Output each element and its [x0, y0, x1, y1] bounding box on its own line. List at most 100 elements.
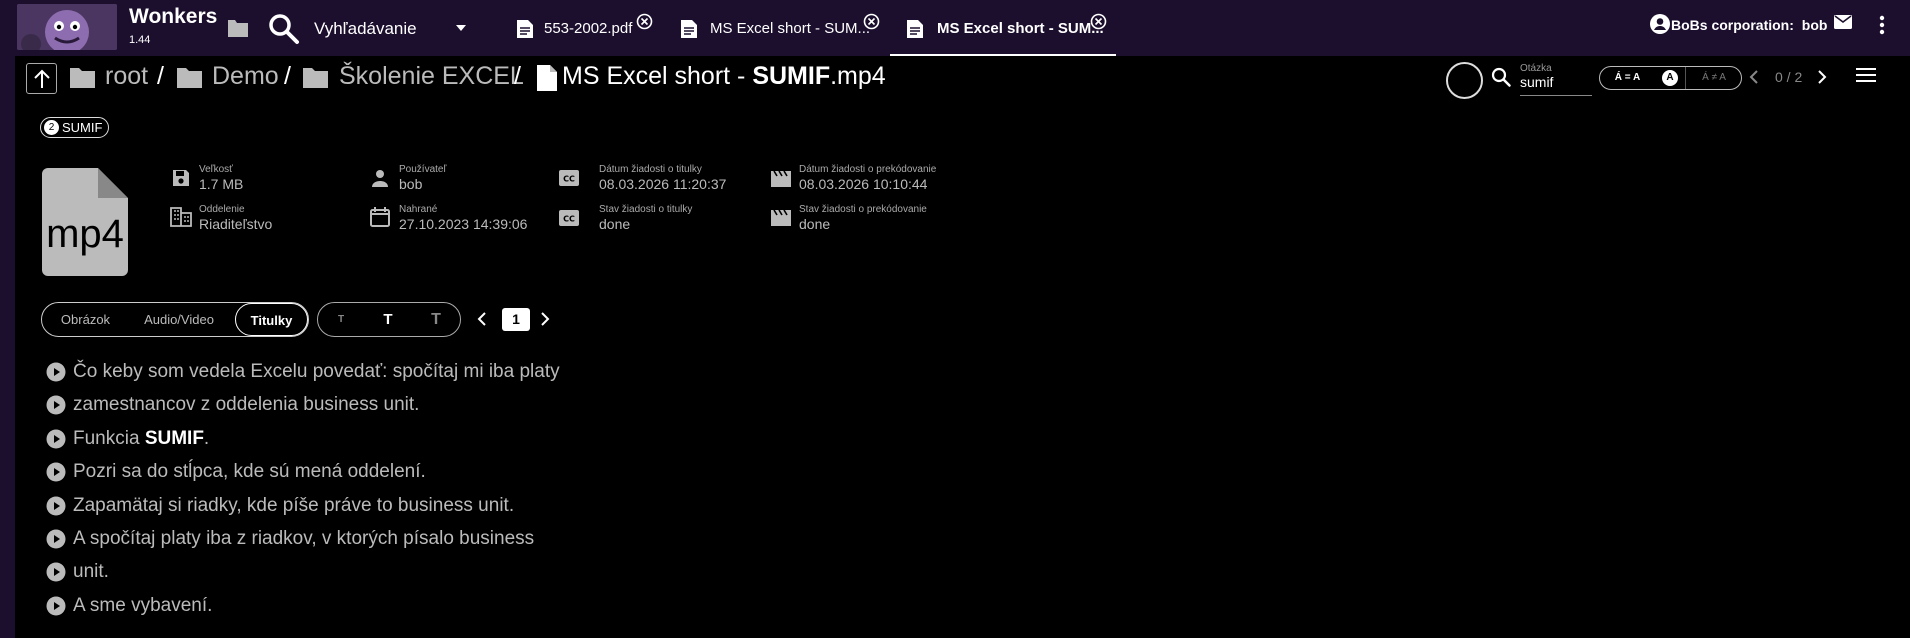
search-icon[interactable]: [268, 13, 300, 45]
case-mode-button[interactable]: A: [1655, 67, 1685, 89]
subtitles-request-date-label: Dátum žiadosti o titulky: [599, 164, 702, 175]
user-info: BoBs corporation: bob: [1671, 17, 1827, 33]
breadcrumb-item-skolenie[interactable]: Školenie EXCEL: [339, 62, 524, 91]
tag-chip[interactable]: 2 SUMIF: [40, 117, 110, 138]
chevron-left-icon[interactable]: [1747, 68, 1761, 86]
breadcrumb-current-file: MS Excel short - SUMIF.mp4: [562, 62, 886, 91]
subtitle-text[interactable]: Funkcia SUMIF.: [73, 428, 209, 450]
menu-icon[interactable]: [1855, 66, 1877, 84]
closed-caption-icon: CC: [559, 170, 579, 186]
folder-icon: [69, 66, 96, 90]
app-logo[interactable]: [17, 4, 117, 50]
subtitle-line: A spočítaj platy iba z riadkov, v ktorýc…: [46, 527, 534, 551]
question-input[interactable]: sumif: [1520, 74, 1592, 96]
play-icon[interactable]: [46, 596, 66, 616]
subtitle-text[interactable]: zamestnancov z oddelenia business unit.: [73, 394, 419, 416]
play-icon[interactable]: [46, 462, 66, 482]
mail-icon[interactable]: [1833, 14, 1853, 30]
record-button[interactable]: [1446, 62, 1483, 99]
subtitle-line: unit.: [46, 560, 109, 584]
subtitle-text-part: Čo keby som vedela Excelu povedať: spočí…: [73, 361, 560, 382]
tab-video-1[interactable]: MS Excel short - SUM...: [670, 0, 880, 56]
transcode-request-state-label: Stav žiadosti o prekódovanie: [799, 204, 927, 215]
building-icon: [170, 207, 192, 227]
play-icon[interactable]: [46, 496, 66, 516]
text-size-large-button[interactable]: T: [412, 303, 460, 336]
play-icon[interactable]: [46, 529, 66, 549]
chevron-right-icon[interactable]: [1815, 68, 1829, 86]
play-icon[interactable]: [46, 562, 66, 582]
folder-icon: [176, 66, 203, 90]
play-icon[interactable]: [46, 429, 66, 449]
case-sensitive-button[interactable]: Á ≠ A: [1685, 67, 1742, 89]
subtitle-text[interactable]: Pozri sa do stĺpca, kde sú mená oddelení…: [73, 461, 426, 483]
document-icon: [906, 19, 924, 39]
case-insensitive-button[interactable]: Á = A: [1600, 67, 1655, 89]
text-size-tabs: T T T: [317, 302, 461, 337]
subtitle-text-part: zamestnancov z oddelenia business unit.: [73, 394, 420, 416]
calendar-icon: [369, 206, 391, 228]
save-icon: [171, 168, 191, 188]
search-dropdown-label[interactable]: Vyhľadávanie: [314, 19, 417, 39]
tab-subtitles[interactable]: Titulky: [235, 303, 308, 336]
user-label: Používateľ: [399, 164, 447, 175]
department-value: Riaditeľstvo: [199, 216, 273, 232]
chevron-right-icon[interactable]: [539, 310, 551, 328]
tag-label: SUMIF: [62, 120, 103, 135]
go-up-button[interactable]: [26, 63, 57, 94]
match-count: 0 / 2: [1775, 69, 1803, 85]
tab-pdf[interactable]: 553-2002.pdf: [506, 0, 661, 56]
subtitle-text-part: unit.: [73, 561, 109, 583]
file-name-highlight: SUMIF: [752, 62, 831, 90]
text-size-medium-button[interactable]: T: [364, 303, 412, 336]
breadcrumb-separator: /: [157, 62, 164, 90]
size-value: 1.7 MB: [199, 176, 244, 192]
tag-count-badge: 2: [44, 120, 59, 135]
subtitle-text-part: Pozri sa do stĺpca, kde sú mená oddelení…: [73, 461, 426, 483]
close-icon[interactable]: [636, 13, 653, 30]
play-icon[interactable]: [46, 362, 66, 382]
top-bar: Wonkers 1.44 Vyhľadávanie 553-2002.pdf M…: [0, 0, 1910, 56]
size-label: Veľkosť: [199, 164, 233, 175]
user-name: bob: [1801, 17, 1828, 33]
subtitle-text[interactable]: Zapamätaj si riadky, kde píše práve to b…: [73, 495, 514, 517]
caret-down-icon[interactable]: [453, 20, 469, 36]
close-icon[interactable]: [863, 13, 880, 30]
tab-audio-video[interactable]: Audio/Video: [129, 303, 229, 336]
breadcrumb-item-demo[interactable]: Demo: [212, 62, 279, 91]
account-icon[interactable]: [1650, 14, 1670, 34]
subtitle-text[interactable]: A spočítaj platy iba z riadkov, v ktorýc…: [73, 528, 534, 550]
play-icon[interactable]: [46, 395, 66, 415]
tab-image[interactable]: Obrázok: [42, 303, 129, 336]
tab-video-2-active[interactable]: MS Excel short - SUM...: [890, 0, 1116, 56]
subtitles-request-date-value: 08.03.2026 11:20:37: [599, 176, 727, 192]
user-value: bob: [399, 176, 423, 192]
subtitle-text-part: A sme vybavení.: [73, 594, 213, 616]
person-icon: [370, 168, 390, 188]
breadcrumb-item-root[interactable]: root: [105, 62, 148, 91]
view-mode-tabs: Obrázok Audio/Video Titulky: [41, 302, 309, 337]
folder-icon[interactable]: [226, 17, 250, 39]
subtitle-line: Čo keby som vedela Excelu povedať: spočí…: [46, 360, 560, 384]
text-size-small-button[interactable]: T: [318, 303, 364, 336]
subtitle-text[interactable]: A sme vybavení.: [73, 595, 212, 617]
subtitle-text[interactable]: Čo keby som vedela Excelu povedať: spočí…: [73, 361, 560, 383]
svg-text:CC: CC: [563, 215, 575, 224]
close-icon[interactable]: [1090, 13, 1107, 30]
breadcrumb-separator: /: [514, 62, 521, 90]
tab-label: 553-2002.pdf: [544, 20, 633, 37]
department-label: Oddelenie: [199, 204, 245, 215]
chevron-left-icon[interactable]: [476, 310, 488, 328]
file-name-suffix: .mp4: [830, 62, 886, 90]
subtitle-line: zamestnancov z oddelenia business unit.: [46, 393, 419, 417]
movie-icon: [770, 168, 792, 188]
uploaded-value: 27.10.2023 14:39:06: [399, 216, 528, 232]
subtitle-text[interactable]: unit.: [73, 561, 109, 583]
page-number[interactable]: 1: [502, 308, 530, 331]
movie-icon: [770, 207, 792, 227]
more-vertical-icon[interactable]: [1878, 15, 1886, 35]
subtitle-text-part: Funkcia: [73, 427, 145, 449]
app-version: 1.44: [129, 34, 151, 46]
org-label: BoBs corporation:: [1671, 17, 1794, 33]
subtitle-line: Funkcia SUMIF.: [46, 427, 209, 451]
